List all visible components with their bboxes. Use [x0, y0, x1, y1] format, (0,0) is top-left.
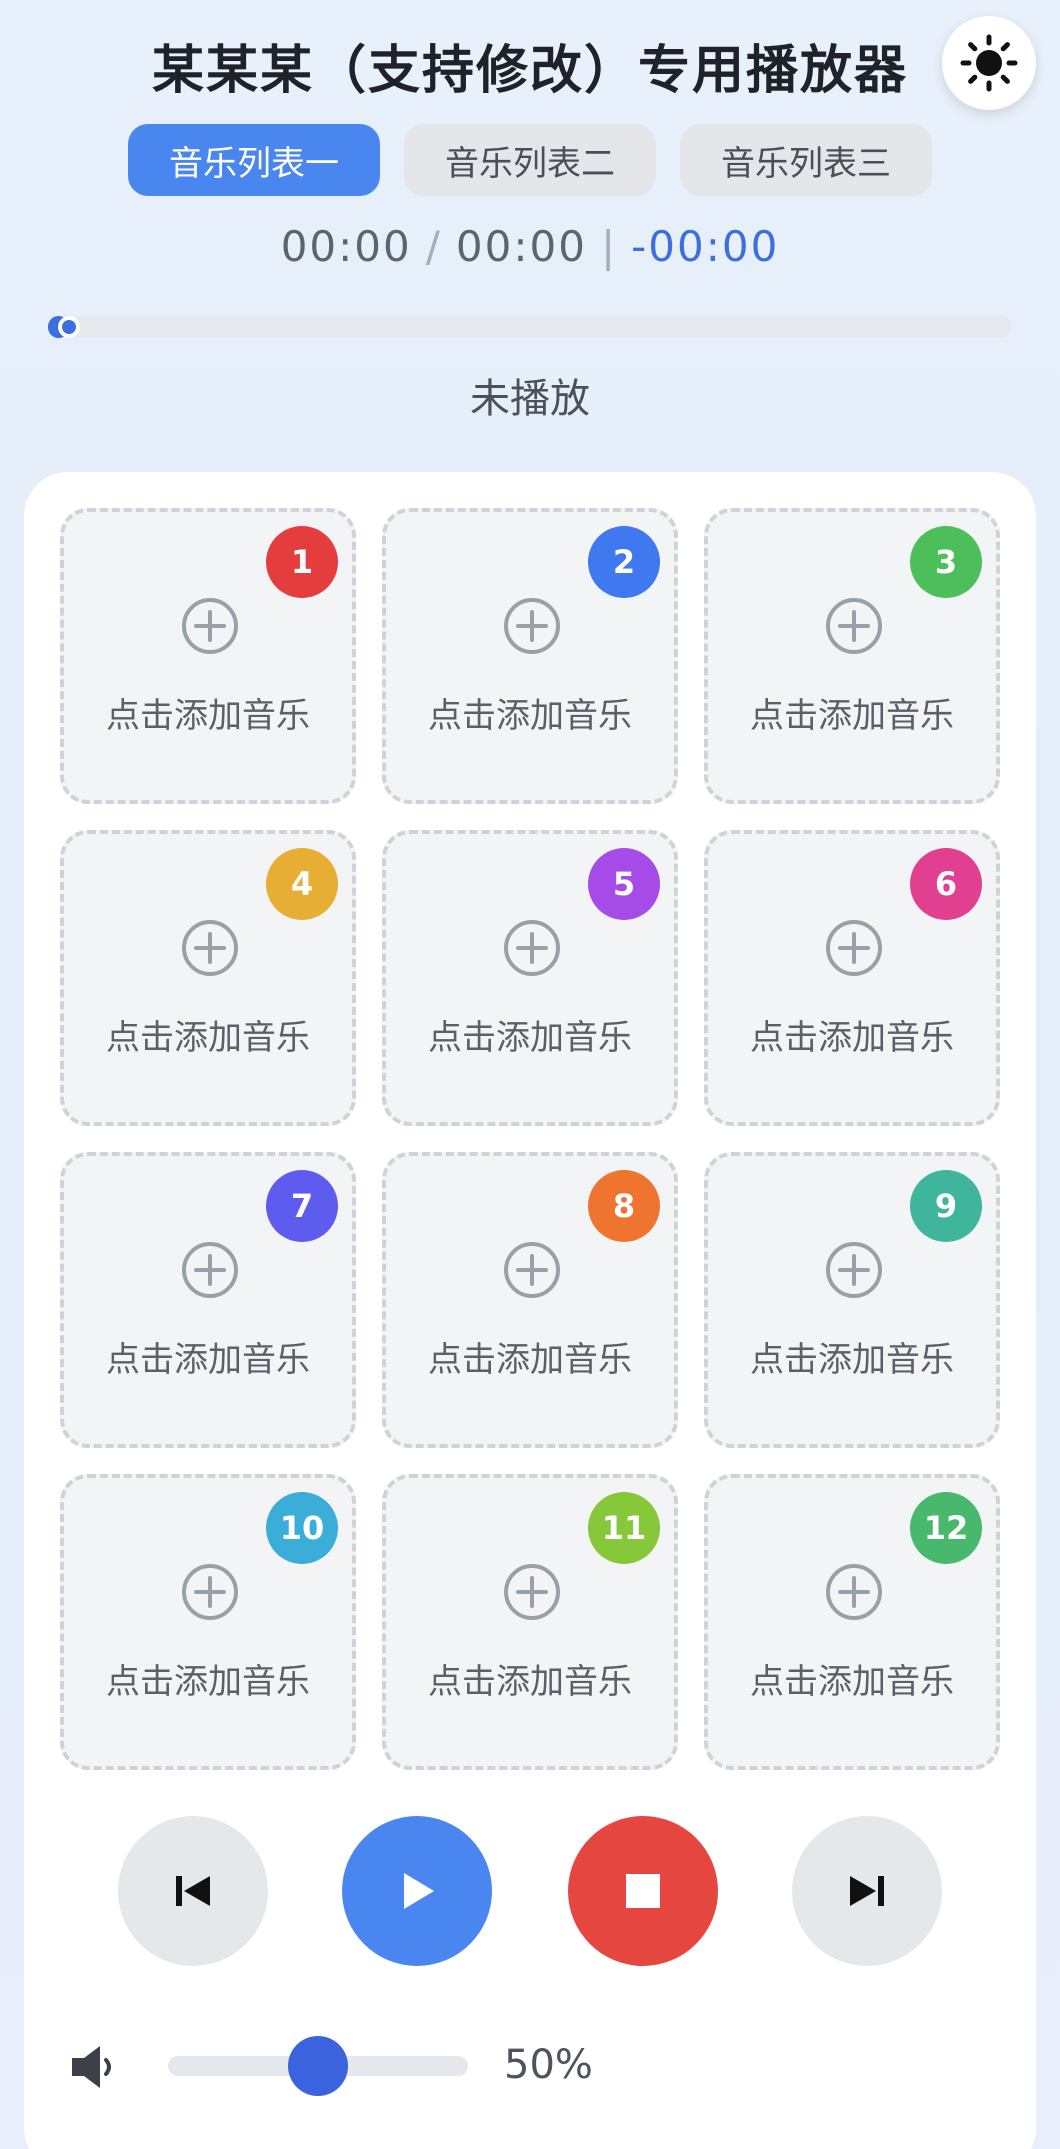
remaining-time: -00:00 — [631, 222, 780, 271]
tab-playlist-2[interactable]: 音乐列表二 — [404, 124, 656, 196]
tab-playlist-3[interactable]: 音乐列表三 — [680, 124, 932, 196]
slot-label: 点击添加音乐 — [428, 1662, 632, 1702]
add-circle-icon — [504, 920, 560, 976]
slot-number-badge: 10 — [266, 1492, 338, 1564]
slot-number-badge: 8 — [588, 1170, 660, 1242]
music-slot[interactable]: 1 点击添加音乐 — [60, 508, 356, 804]
tab-playlist-1[interactable]: 音乐列表一 — [128, 124, 380, 196]
slot-label: 点击添加音乐 — [750, 1018, 954, 1058]
add-circle-icon — [504, 1242, 560, 1298]
slot-label: 点击添加音乐 — [750, 1340, 954, 1380]
slot-label: 点击添加音乐 — [106, 1018, 310, 1058]
add-circle-icon — [826, 1564, 882, 1620]
add-circle-icon — [182, 1242, 238, 1298]
volume-value: 50% — [504, 2042, 593, 2088]
slot-label: 点击添加音乐 — [428, 696, 632, 736]
add-circle-icon — [826, 598, 882, 654]
slot-number-badge: 7 — [266, 1170, 338, 1242]
music-slot[interactable]: 12 点击添加音乐 — [704, 1474, 1000, 1770]
next-button[interactable] — [792, 1816, 942, 1966]
music-slot[interactable]: 5 点击添加音乐 — [382, 830, 678, 1126]
music-slot[interactable]: 11 点击添加音乐 — [382, 1474, 678, 1770]
slot-number-badge: 4 — [266, 848, 338, 920]
volume-handle[interactable] — [288, 2036, 348, 2096]
playback-status: 未播放 — [470, 376, 590, 422]
slot-label: 点击添加音乐 — [428, 1340, 632, 1380]
volume-control: 50% — [24, 2026, 1036, 2106]
skip-next-icon — [850, 1876, 884, 1906]
music-slot[interactable]: 6 点击添加音乐 — [704, 830, 1000, 1126]
stop-button[interactable] — [568, 1816, 718, 1966]
total-time: 00:00 — [455, 222, 587, 271]
slot-number-badge: 1 — [266, 526, 338, 598]
slot-label: 点击添加音乐 — [750, 696, 954, 736]
slot-number-badge: 9 — [910, 1170, 982, 1242]
slot-label: 点击添加音乐 — [106, 1662, 310, 1702]
music-slot[interactable]: 2 点击添加音乐 — [382, 508, 678, 804]
playlist-tabs: 音乐列表一 音乐列表二 音乐列表三 — [0, 124, 1060, 196]
add-circle-icon — [504, 598, 560, 654]
page-title: 某某某（支持修改）专用播放器 — [151, 41, 908, 101]
slot-label: 点击添加音乐 — [750, 1662, 954, 1702]
add-circle-icon — [826, 1242, 882, 1298]
slot-number-badge: 5 — [588, 848, 660, 920]
music-slot[interactable]: 3 点击添加音乐 — [704, 508, 1000, 804]
player-page: 某某某（支持修改）专用播放器 音乐列表一 音乐列表二 音乐列表三 00:00 /… — [0, 0, 1060, 2149]
slot-number-badge: 3 — [910, 526, 982, 598]
music-slot[interactable]: 7 点击添加音乐 — [60, 1152, 356, 1448]
add-circle-icon — [182, 1564, 238, 1620]
music-slot[interactable]: 8 点击添加音乐 — [382, 1152, 678, 1448]
stop-icon — [626, 1874, 660, 1908]
progress-bar[interactable] — [48, 316, 1012, 338]
slot-number-badge: 12 — [910, 1492, 982, 1564]
current-time: 00:00 — [280, 222, 412, 271]
music-slot[interactable]: 9 点击添加音乐 — [704, 1152, 1000, 1448]
time-display: 00:00 / 00:00 | -00:00 — [0, 222, 1060, 271]
music-slot[interactable]: 4 点击添加音乐 — [60, 830, 356, 1126]
add-circle-icon — [182, 920, 238, 976]
slot-label: 点击添加音乐 — [106, 696, 310, 736]
add-circle-icon — [504, 1564, 560, 1620]
theme-toggle-button[interactable] — [942, 16, 1036, 110]
playback-controls — [24, 1816, 1036, 1968]
speaker-icon[interactable] — [70, 2044, 120, 2090]
add-circle-icon — [826, 920, 882, 976]
music-slots-card: 1 点击添加音乐 2 点击添加音乐 3 点击添加音乐 4 点击添加音乐 5 点击添加音乐 6 点击添加… — [24, 472, 1036, 2149]
slot-label: 点击添加音乐 — [106, 1340, 310, 1380]
time-divider: | — [600, 222, 618, 271]
slot-number-badge: 11 — [588, 1492, 660, 1564]
previous-button[interactable] — [118, 1816, 268, 1966]
add-circle-icon — [182, 598, 238, 654]
play-button[interactable] — [342, 1816, 492, 1966]
slot-label: 点击添加音乐 — [428, 1018, 632, 1058]
music-slot[interactable]: 10 点击添加音乐 — [60, 1474, 356, 1770]
skip-previous-icon — [176, 1876, 210, 1906]
header: 某某某（支持修改）专用播放器 — [0, 0, 1060, 120]
sun-icon — [960, 34, 1018, 92]
play-icon — [404, 1873, 434, 1909]
time-separator: / — [425, 222, 442, 271]
progress-handle[interactable] — [57, 316, 80, 338]
slot-number-badge: 6 — [910, 848, 982, 920]
slot-number-badge: 2 — [588, 526, 660, 598]
